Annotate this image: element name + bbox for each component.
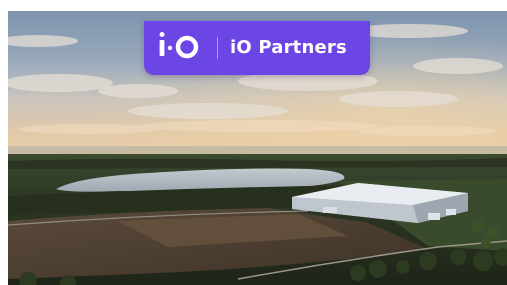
banner-divider — [217, 37, 218, 59]
io-logo-icon — [159, 32, 199, 59]
partner-banner: iO Partners — [144, 21, 370, 75]
partner-name: iO Partners — [230, 37, 347, 58]
hero-photo-frame: iO Partners — [8, 11, 507, 285]
